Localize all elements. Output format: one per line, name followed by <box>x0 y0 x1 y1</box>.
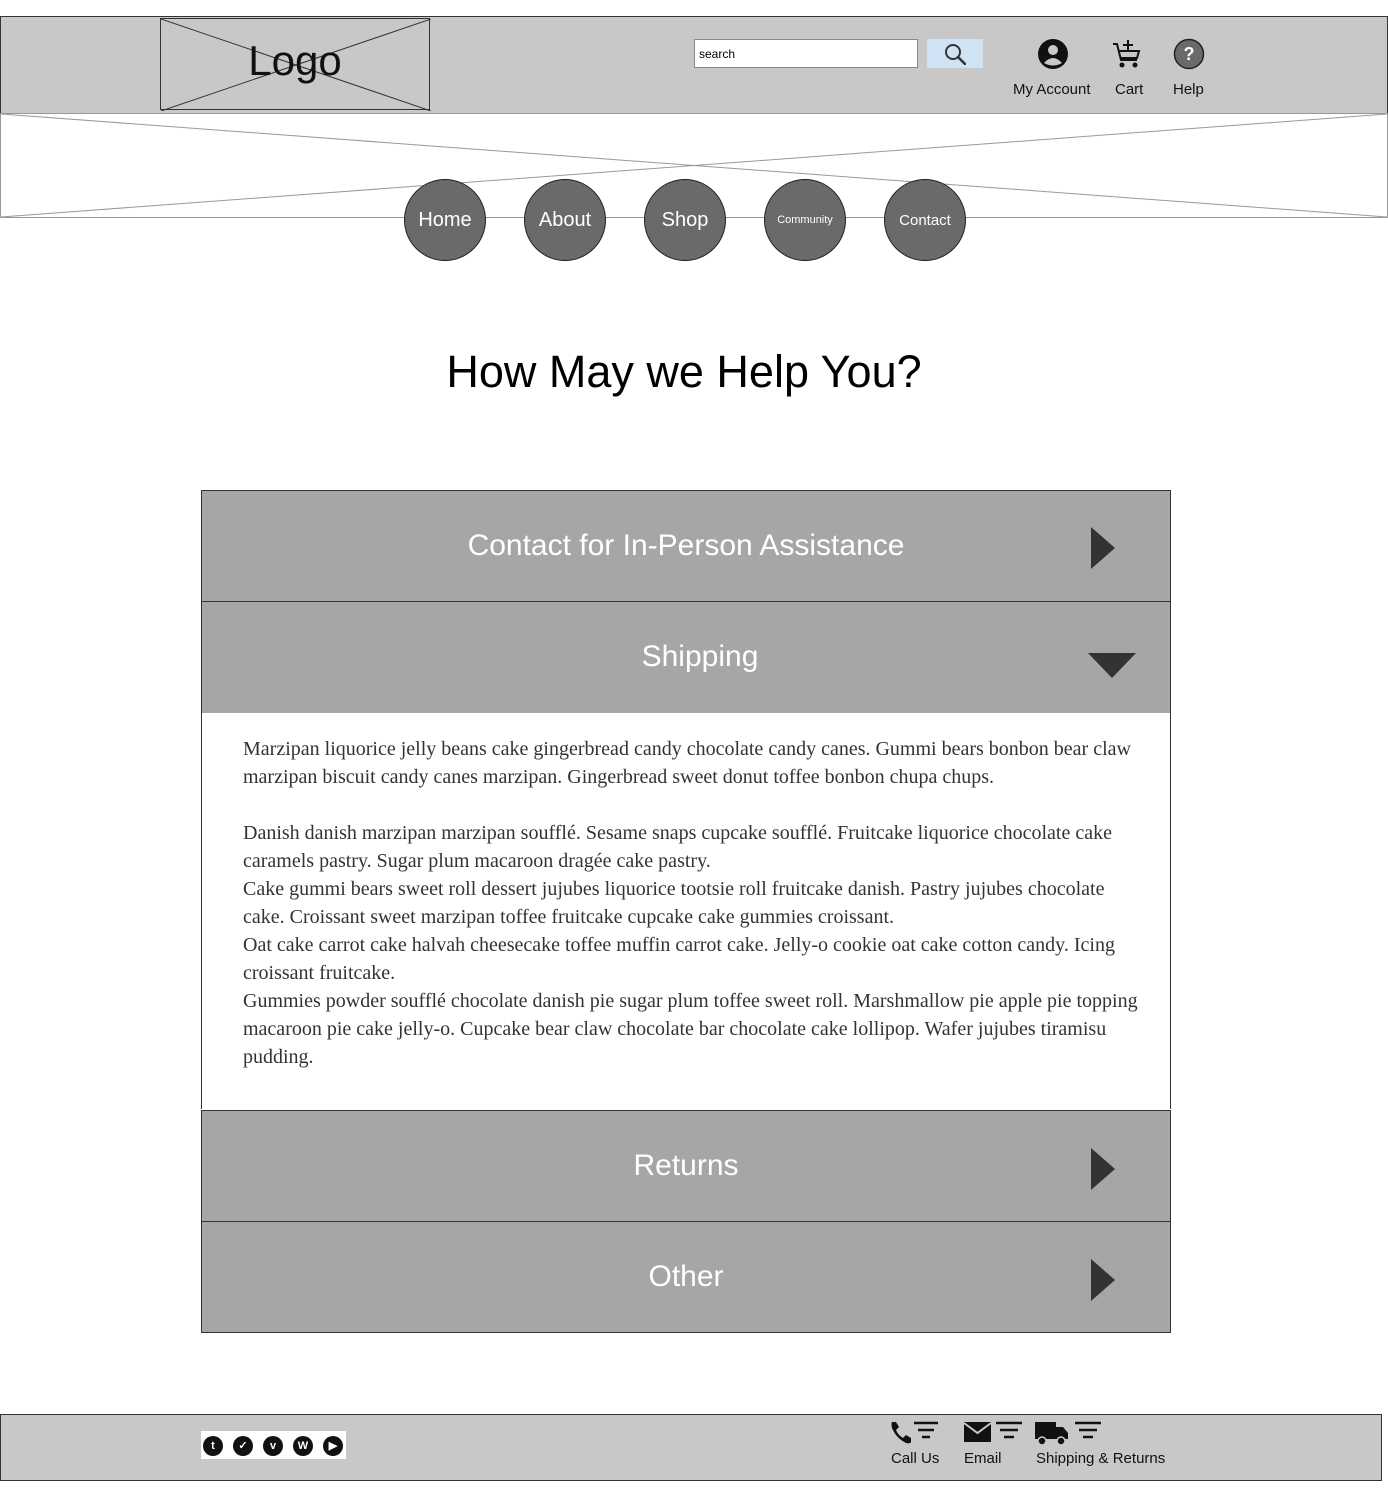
account-label[interactable]: My Account <box>1013 81 1091 98</box>
search-button[interactable] <box>927 39 983 68</box>
nav-shop[interactable]: Shop <box>644 179 726 261</box>
email-icon[interactable] <box>963 1419 1025 1447</box>
chevron-right-icon <box>1091 1148 1115 1190</box>
logo[interactable]: Logo <box>160 18 431 111</box>
accordion-contact[interactable]: Contact for In-Person Assistance <box>201 490 1171 602</box>
tumblr-icon[interactable]: t <box>203 1436 223 1456</box>
shipping-paragraph: Cake gummi bears sweet roll dessert juju… <box>243 878 1105 928</box>
call-us-label[interactable]: Call Us <box>891 1450 939 1467</box>
shipping-paragraph: Danish danish marzipan marzipan soufflé.… <box>243 822 1112 872</box>
accordion-shipping-title: Shipping <box>641 640 759 673</box>
cart-label[interactable]: Cart <box>1115 81 1143 98</box>
nav-community[interactable]: Community <box>764 179 846 261</box>
vimeo-icon[interactable]: v <box>263 1436 283 1456</box>
shipping-paragraph: Gummies powder soufflé chocolate danish … <box>243 990 1138 1068</box>
search-input[interactable] <box>694 39 918 68</box>
chevron-right-icon <box>1091 1259 1115 1301</box>
accordion-shipping-content: Marzipan liquorice jelly beans cake ging… <box>201 713 1171 1109</box>
search-icon <box>945 44 966 65</box>
shipping-paragraph: Marzipan liquorice jelly beans cake ging… <box>243 738 1131 788</box>
shipping-paragraph: Oat cake carrot cake halvah cheesecake t… <box>243 934 1115 984</box>
twitter-icon[interactable]: ✓ <box>233 1436 253 1456</box>
nav-home[interactable]: Home <box>404 179 486 261</box>
cart-icon[interactable] <box>1112 38 1142 70</box>
page-title: How May we Help You? <box>446 346 922 397</box>
shipping-returns-label[interactable]: Shipping & Returns <box>1036 1450 1165 1467</box>
help-label[interactable]: Help <box>1173 81 1204 98</box>
accordion-shipping[interactable]: Shipping <box>201 601 1171 714</box>
help-icon[interactable]: ? <box>1173 38 1205 70</box>
svg-text:?: ? <box>1184 44 1195 64</box>
nav-about[interactable]: About <box>524 179 606 261</box>
wordpress-icon[interactable]: W <box>293 1436 313 1456</box>
youtube-icon[interactable]: ▶ <box>323 1436 343 1456</box>
chevron-right-icon <box>1091 527 1115 569</box>
email-label[interactable]: Email <box>964 1450 1002 1467</box>
accordion-other-title: Other <box>648 1260 724 1293</box>
accordion-returns-title: Returns <box>633 1149 739 1182</box>
shipping-truck-icon[interactable] <box>1034 1419 1104 1447</box>
chevron-down-icon <box>1088 653 1136 678</box>
social-links: t ✓ v W ▶ <box>201 1431 346 1459</box>
accordion-returns[interactable]: Returns <box>201 1110 1171 1222</box>
accordion-other[interactable]: Other <box>201 1221 1171 1333</box>
account-icon[interactable] <box>1037 38 1069 70</box>
phone-icon[interactable] <box>889 1419 941 1447</box>
logo-text: Logo <box>248 37 342 84</box>
accordion-contact-title: Contact for In-Person Assistance <box>467 529 905 562</box>
nav-contact[interactable]: Contact <box>884 179 966 261</box>
